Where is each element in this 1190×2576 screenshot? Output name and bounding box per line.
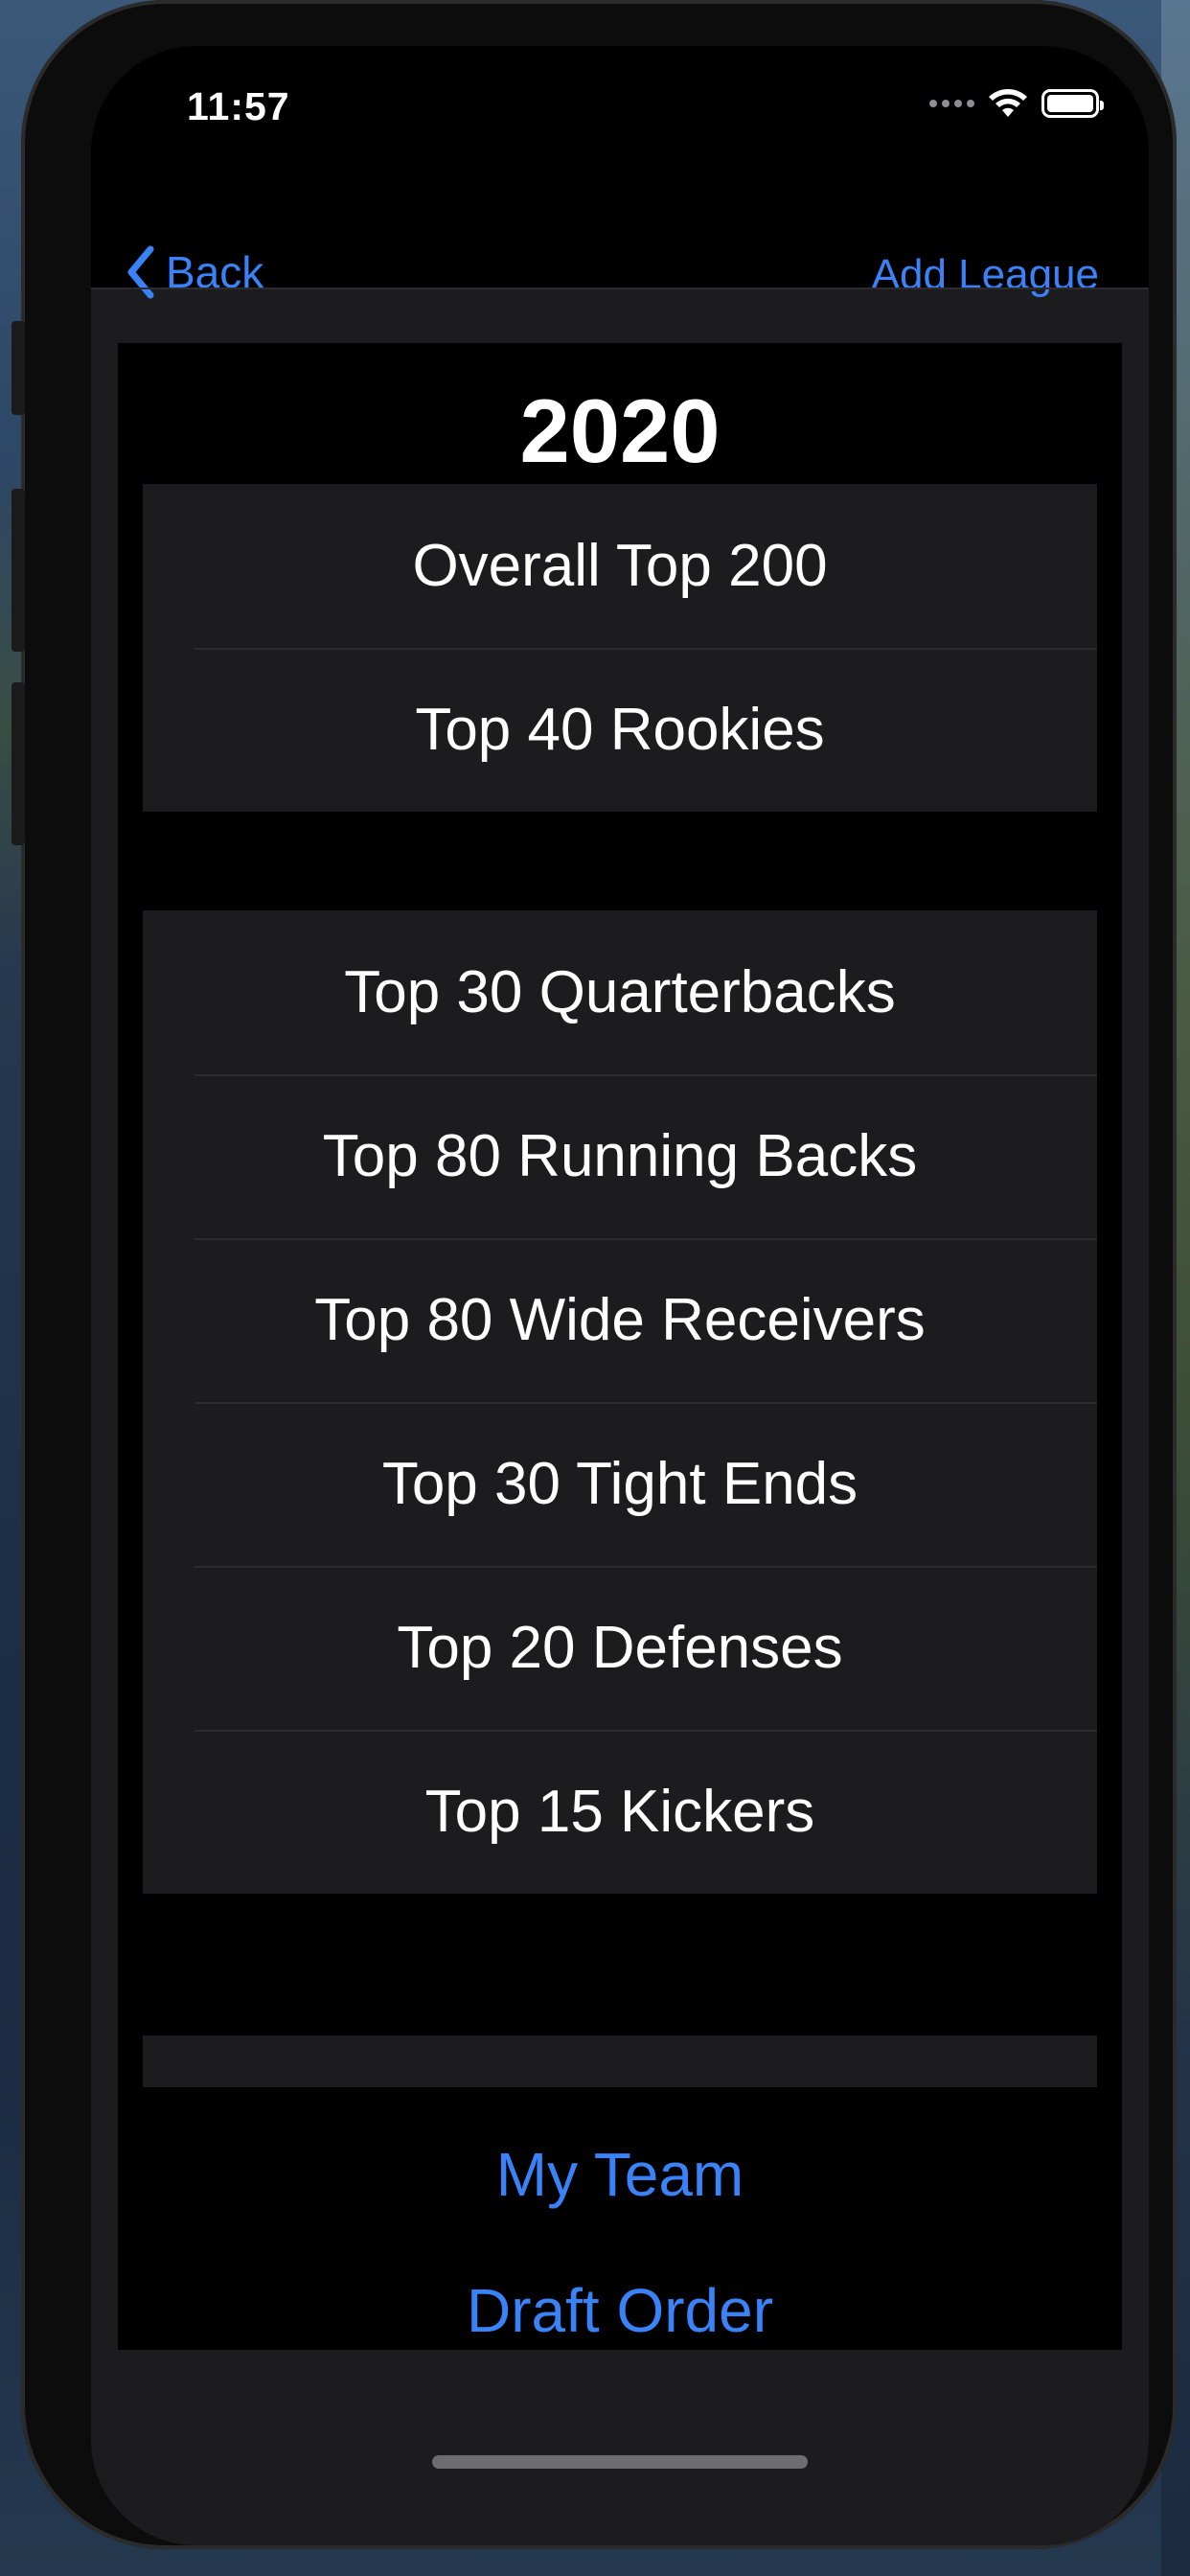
status-indicators xyxy=(929,88,1104,119)
add-league-button[interactable]: Add League xyxy=(872,251,1099,299)
list-item-tight-ends[interactable]: Top 30 Tight Ends xyxy=(143,1402,1097,1566)
nav-divider xyxy=(91,288,1149,289)
list-item-kickers[interactable]: Top 15 Kickers xyxy=(143,1730,1097,1894)
rankings-group-positions: Top 30 Quarterbacks Top 80 Running Backs… xyxy=(143,910,1097,1894)
status-time: 11:57 xyxy=(187,84,290,128)
list-item-overall-top-200[interactable]: Overall Top 200 xyxy=(143,484,1097,648)
device-frame: 11:57 Back Add League 2020 Overall Top 2… xyxy=(11,0,1177,2549)
rankings-panel: 2020 Overall Top 200 Top 40 Rookies Top … xyxy=(118,343,1122,2350)
list-item-quarterbacks[interactable]: Top 30 Quarterbacks xyxy=(143,910,1097,1074)
draft-order-link[interactable]: Draft Order xyxy=(118,2275,1122,2346)
my-team-link[interactable]: My Team xyxy=(118,2139,1122,2210)
list-item-wide-receivers[interactable]: Top 80 Wide Receivers xyxy=(143,1238,1097,1402)
back-button-label: Back xyxy=(166,247,264,297)
list-item-running-backs[interactable]: Top 80 Running Backs xyxy=(143,1074,1097,1238)
home-indicator[interactable] xyxy=(432,2455,808,2469)
empty-group-strip xyxy=(143,2036,1097,2087)
volume-up-button xyxy=(11,489,25,652)
chevron-left-icon xyxy=(127,245,154,299)
mute-switch xyxy=(11,321,25,415)
signal-icon xyxy=(929,100,974,107)
list-item-top-40-rookies[interactable]: Top 40 Rookies xyxy=(143,648,1097,812)
notch xyxy=(353,46,887,130)
app-screen: 11:57 Back Add League 2020 Overall Top 2… xyxy=(91,46,1149,2545)
wifi-icon xyxy=(989,89,1027,117)
rankings-group-overall: Overall Top 200 Top 40 Rookies xyxy=(143,484,1097,812)
battery-icon xyxy=(1041,89,1104,118)
volume-down-button xyxy=(11,682,25,845)
section-title-year: 2020 xyxy=(519,380,721,481)
list-item-defenses[interactable]: Top 20 Defenses xyxy=(143,1566,1097,1730)
back-button[interactable]: Back xyxy=(126,245,263,299)
